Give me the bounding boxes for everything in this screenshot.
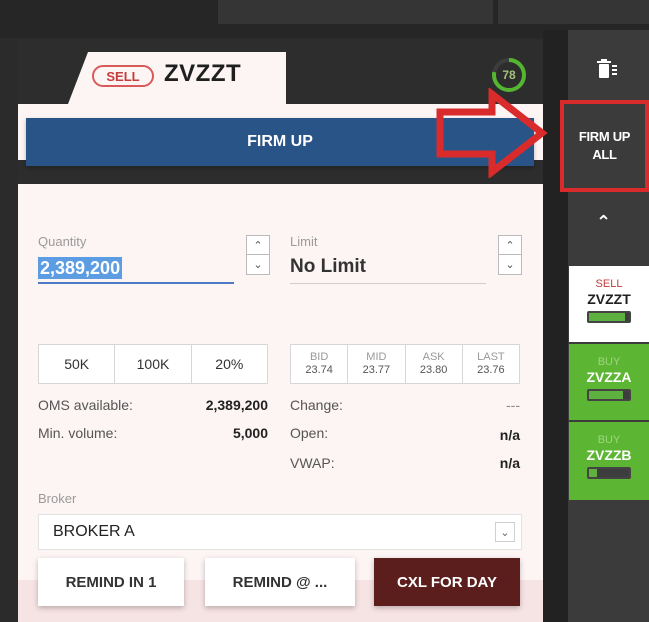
remind-in-button[interactable]: REMIND IN 1: [38, 558, 184, 606]
broker-selected-value: BROKER A: [53, 523, 135, 540]
oms-available-value: 2,389,200: [205, 397, 268, 413]
limit-underline: [290, 283, 486, 284]
toolbar-button[interactable]: [218, 0, 493, 24]
ticket-symbol: ZVZZT: [164, 60, 242, 87]
open-value: n/a: [499, 427, 520, 443]
open-label: Open:: [290, 425, 329, 441]
price-quote-box: BID 23.74 MID 23.77 ASK 23.80 LAST 23.76: [290, 344, 520, 384]
broker-select[interactable]: BROKER A ⌄: [38, 514, 522, 550]
price-ask-value: 23.80: [419, 364, 448, 376]
queue-order-progress-fill: [589, 313, 625, 321]
queue-order-side: SELL: [595, 278, 623, 290]
trash-icon[interactable]: [592, 56, 620, 84]
quick-qty-100k-button[interactable]: 100K: [115, 345, 192, 383]
limit-stepper[interactable]: ⌃ ⌄: [498, 235, 522, 275]
queue-order-progress-fill: [589, 391, 623, 399]
chevron-down-icon[interactable]: ⌄: [247, 255, 269, 274]
queue-order-progress-fill: [589, 469, 597, 477]
vwap-label: VWAP:: [290, 455, 335, 471]
side-badge: SELL: [92, 65, 154, 87]
remind-at-button[interactable]: REMIND @ ...: [205, 558, 355, 606]
price-last-label: LAST: [477, 351, 505, 363]
vwap-value: n/a: [499, 455, 520, 471]
price-ask-label: ASK: [422, 351, 445, 363]
quantity-label: Quantity: [38, 234, 87, 249]
quick-qty-20pct-button[interactable]: 20%: [192, 345, 267, 383]
firm-up-all-button[interactable]: FIRM UP ALL: [560, 100, 649, 192]
queue-order-tile[interactable]: BUY ZVZZA: [569, 344, 649, 420]
oms-available-label: OMS available:: [38, 397, 133, 413]
chevron-up-icon[interactable]: ⌃: [247, 236, 269, 255]
price-last[interactable]: LAST 23.76: [463, 345, 519, 383]
change-label: Change:: [290, 397, 343, 413]
price-bid-value: 23.74: [305, 364, 333, 376]
toolbar-button[interactable]: [498, 0, 649, 24]
price-mid-label: MID: [366, 351, 387, 363]
change-value: ---: [506, 397, 520, 413]
queue-order-tile[interactable]: SELL ZVZZT: [569, 266, 649, 342]
limit-label: Limit: [290, 234, 318, 249]
queue-order-progress: [587, 389, 631, 401]
queue-order-symbol: ZVZZT: [587, 291, 631, 307]
cancel-for-day-button[interactable]: CXL FOR DAY: [374, 558, 520, 606]
price-mid[interactable]: MID 23.77: [348, 345, 406, 383]
queue-order-side: BUY: [597, 434, 621, 446]
collapse-caret-icon[interactable]: ⌃: [596, 212, 611, 233]
ticket-body: Quantity 2,389,200 ⌃ ⌄ Limit No Limit ⌃ …: [18, 184, 543, 622]
queue-order-progress: [587, 467, 631, 479]
price-ask[interactable]: ASK 23.80: [406, 345, 463, 383]
quick-quantity-group: 50K 100K 20%: [38, 344, 268, 384]
price-last-value: 23.76: [477, 364, 505, 376]
min-volume-label: Min. volume:: [38, 425, 118, 441]
queue-order-tile[interactable]: BUY ZVZZB: [569, 422, 649, 500]
broker-label: Broker: [38, 491, 77, 506]
quantity-underline: [38, 282, 234, 284]
firm-up-all-label-line1: FIRM UP: [578, 129, 631, 144]
annotation-arrow-icon: [436, 88, 548, 178]
price-mid-value: 23.77: [362, 364, 391, 376]
queue-order-symbol: ZVZZA: [586, 369, 632, 385]
quantity-stepper[interactable]: ⌃ ⌄: [246, 235, 270, 275]
firm-up-all-label-line2: ALL: [592, 147, 617, 162]
queue-order-symbol: ZVZZB: [586, 447, 632, 463]
quick-qty-50k-button[interactable]: 50K: [39, 345, 116, 383]
limit-input[interactable]: No Limit: [290, 256, 366, 278]
quantity-input[interactable]: 2,389,200: [38, 257, 123, 279]
chevron-down-icon[interactable]: ⌄: [495, 522, 515, 542]
min-volume-value: 5,000: [232, 425, 268, 441]
chevron-up-icon[interactable]: ⌃: [499, 236, 521, 255]
queue-order-side: BUY: [597, 356, 621, 368]
chevron-down-icon[interactable]: ⌄: [499, 255, 521, 274]
price-bid-label: BID: [309, 351, 329, 363]
queue-order-progress: [587, 311, 631, 323]
price-bid[interactable]: BID 23.74: [291, 345, 349, 383]
